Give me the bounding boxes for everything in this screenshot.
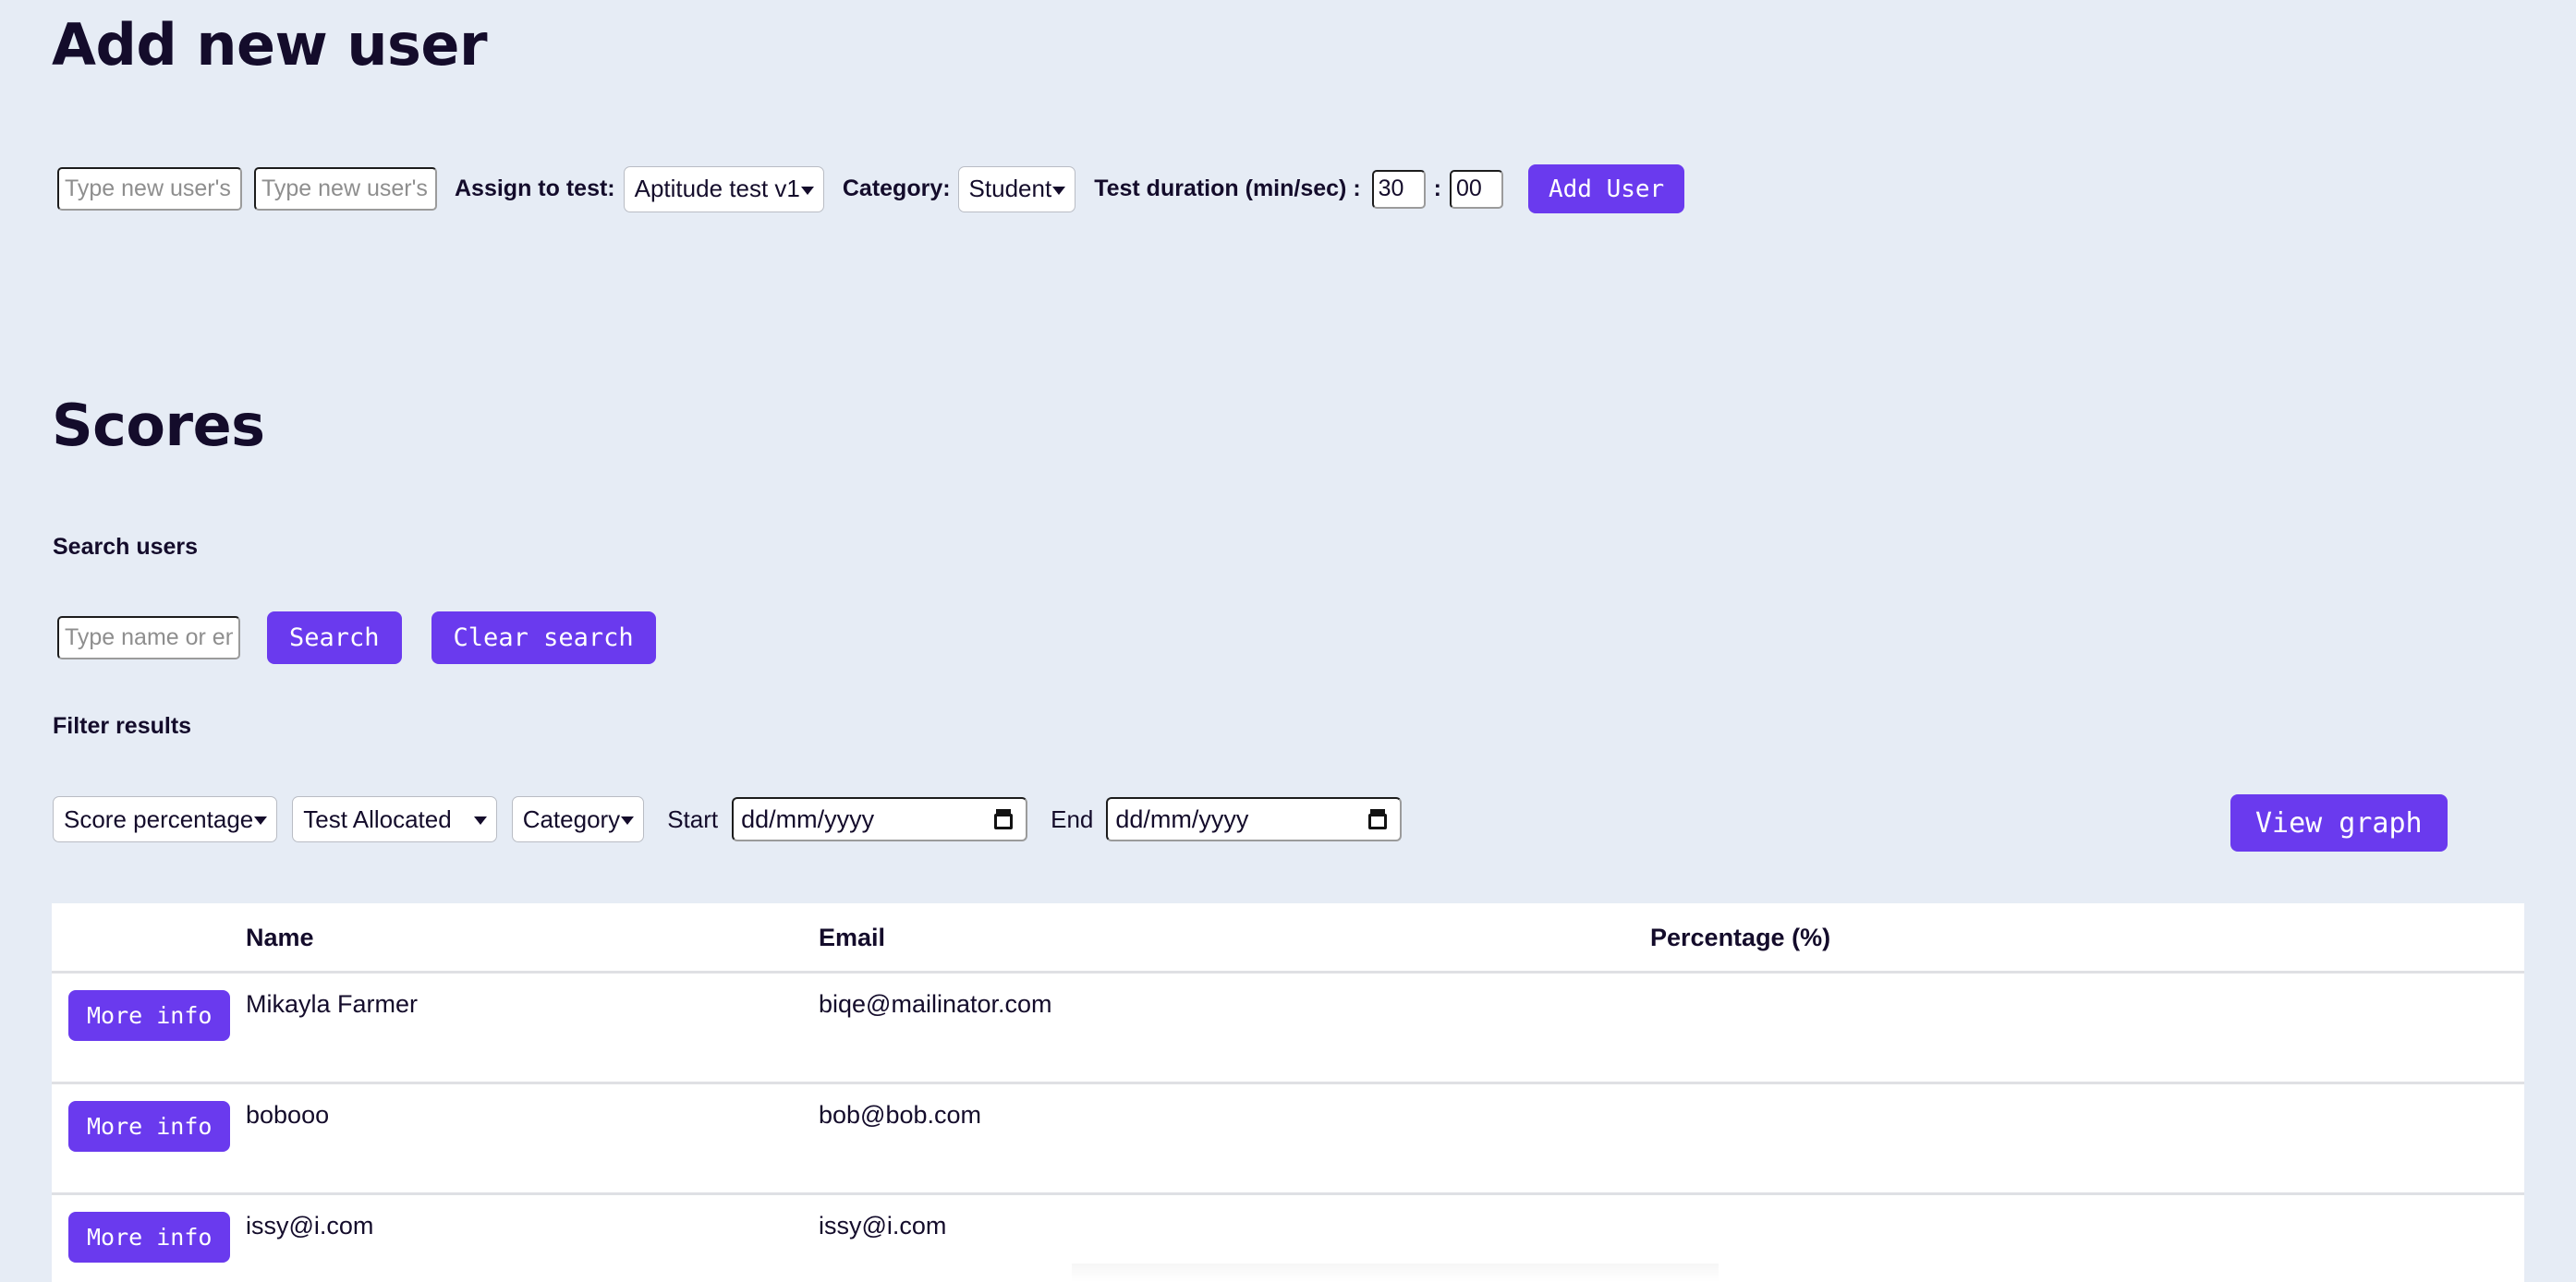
end-date-input[interactable]: dd/mm/yyyy (1106, 797, 1403, 841)
table-body: More info Mikayla Farmer biqe@mailinator… (52, 972, 2524, 1282)
column-header-percentage: Percentage (%) (1650, 903, 2524, 974)
test-allocated-filter-value: Test Allocated (303, 804, 452, 833)
table-row: More info issy@i.com issy@i.com (52, 1193, 2524, 1282)
cell-email: biqe@mailinator.com (819, 972, 1650, 1084)
start-date-value: dd/mm/yyyy (741, 804, 875, 833)
cell-email: bob@bob.com (819, 1082, 1650, 1195)
table-row: More info Mikayla Farmer biqe@mailinator… (52, 972, 2524, 1084)
column-header-email: Email (819, 903, 1650, 974)
end-date-label: End (1051, 804, 1094, 833)
filter-results-label: Filter results (53, 713, 192, 739)
page-title-scores: Scores (52, 392, 265, 459)
calendar-icon[interactable] (1368, 809, 1388, 829)
table-header-row: Name Email Percentage (%) (52, 903, 2524, 974)
filter-results-form: Score percentage Test Allocated Category… (53, 796, 1403, 842)
test-allocated-filter-select[interactable]: Test Allocated (292, 796, 497, 842)
more-info-button[interactable]: More info (68, 1212, 231, 1263)
search-input[interactable] (57, 616, 240, 659)
page-title-add-new-user: Add new user (52, 11, 488, 79)
cell-email: issy@i.com (819, 1193, 1650, 1282)
assign-to-test-value: Aptitude test v1 (634, 175, 800, 202)
search-users-form: Search Clear search (57, 611, 656, 664)
search-users-label: Search users (53, 534, 199, 560)
start-date-input[interactable]: dd/mm/yyyy (732, 797, 1028, 841)
cell-percentage (1650, 1082, 2524, 1195)
chevron-down-icon (800, 186, 814, 195)
category-filter-value: Category (522, 804, 621, 833)
table-row: More info bobooo bob@bob.com (52, 1082, 2524, 1195)
chevron-down-icon (254, 816, 268, 825)
chevron-down-icon (621, 816, 635, 825)
assign-to-test-select[interactable]: Aptitude test v1 (623, 165, 824, 212)
cell-name: Mikayla Farmer (246, 972, 819, 1084)
cell-percentage (1650, 1193, 2524, 1282)
duration-separator: : (1433, 175, 1441, 201)
column-header-name: Name (246, 903, 819, 974)
chevron-down-icon (473, 816, 487, 825)
test-duration-seconds-input[interactable] (1449, 169, 1503, 209)
more-info-button[interactable]: More info (68, 990, 231, 1041)
cell-name: issy@i.com (246, 1193, 819, 1282)
view-graph-button[interactable]: View graph (2230, 794, 2448, 852)
scores-table: Name Email Percentage (%) More info Mika… (52, 903, 2524, 1282)
add-user-button[interactable]: Add User (1527, 164, 1685, 213)
score-percentage-filter-select[interactable]: Score percentage (53, 796, 278, 842)
category-label: Category: (842, 175, 951, 201)
cell-name: bobooo (246, 1082, 819, 1195)
test-duration-label: Test duration (min/sec) : (1094, 175, 1361, 201)
add-user-form: Assign to test: Aptitude test v1 Categor… (57, 164, 1685, 213)
assign-to-test-label: Assign to test: (455, 175, 615, 201)
clear-search-button[interactable]: Clear search (431, 611, 656, 664)
score-percentage-filter-value: Score percentage (64, 804, 254, 833)
start-date-label: Start (667, 804, 719, 833)
new-user-email-input[interactable] (254, 167, 437, 211)
more-info-button[interactable]: More info (68, 1101, 231, 1152)
category-filter-select[interactable]: Category (511, 796, 645, 842)
category-select[interactable]: Student (957, 165, 1076, 212)
calendar-icon[interactable] (994, 809, 1014, 829)
test-duration-minutes-input[interactable] (1371, 169, 1426, 209)
page-root: Add new user Assign to test: Aptitude te… (0, 0, 2576, 1282)
end-date-value: dd/mm/yyyy (1115, 804, 1249, 833)
chevron-down-icon (1052, 186, 1066, 195)
search-button[interactable]: Search (267, 611, 402, 664)
category-value: Student (968, 175, 1052, 202)
cell-percentage (1650, 972, 2524, 1084)
new-user-name-input[interactable] (57, 167, 242, 211)
column-header-action (52, 903, 246, 974)
